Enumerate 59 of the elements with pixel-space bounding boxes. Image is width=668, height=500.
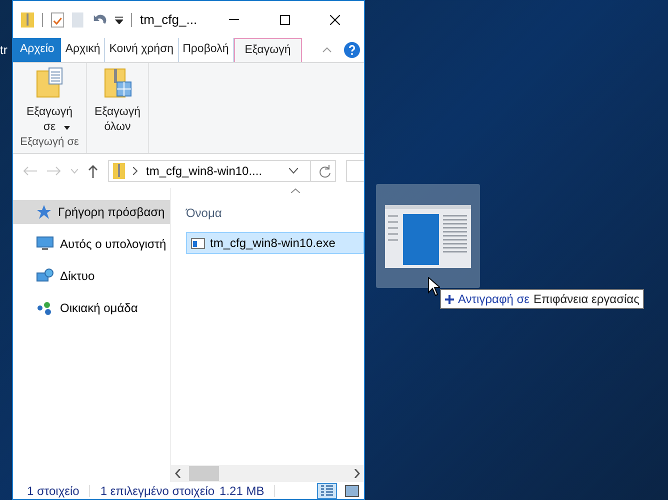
star-icon: [36, 204, 52, 220]
nav-item-label: Αυτός ο υπολογιστή: [60, 236, 166, 253]
window-title: tm_cfg_...: [140, 10, 198, 29]
scroll-right-icon[interactable]: [354, 469, 360, 478]
status-selection: 1 επιλεγμένο στοιχείο: [100, 482, 215, 500]
nav-item[interactable]: Γρήγορη πρόσβαση: [13, 200, 170, 224]
file-name: tm_cfg_win8-win10.exe: [210, 235, 336, 252]
nav-item-label: Γρήγορη πρόσβαση: [58, 204, 165, 221]
mouse-pointer-icon: [428, 277, 440, 296]
tooltip-action: Αντιγραφή σε: [458, 291, 530, 308]
plus-icon: [445, 294, 454, 304]
nav-item-label: Δίκτυο: [60, 268, 95, 285]
minimize-icon: [229, 19, 240, 20]
address-path: tm_cfg_win8-win10....: [146, 163, 262, 180]
nav-item-label: Οικιακή ομάδα: [60, 300, 138, 317]
monitor-icon: [36, 236, 54, 252]
chevron-right-icon: [133, 167, 138, 175]
address-bar[interactable]: tm_cfg_win8-win10....: [108, 160, 336, 182]
scrollbar-thumb[interactable]: [189, 466, 219, 481]
nav-item[interactable]: Οικιακή ομάδα: [13, 296, 170, 320]
help-icon[interactable]: [344, 42, 360, 58]
thumbnail-view-icon: [345, 484, 359, 496]
caret-icon: [114, 16, 124, 24]
nav-item[interactable]: Αυτός ο υπολογιστή: [13, 232, 170, 256]
status-size: 1.21 MB: [220, 482, 264, 500]
maximize-icon: [280, 14, 290, 24]
ribbon-group-label: Εξαγωγή σε: [19, 134, 80, 150]
file-row[interactable]: tm_cfg_win8-win10.exe: [186, 232, 364, 254]
refresh-icon[interactable]: [319, 164, 331, 178]
tiles-view-button[interactable]: [342, 482, 362, 498]
folder-documents-icon: [34, 67, 64, 99]
ribbon-button[interactable]: Εξαγωγή σε: [20, 67, 80, 134]
zip-folder-grid-icon: [102, 67, 132, 99]
ribbon-tab[interactable]: Εξαγωγή: [234, 38, 302, 62]
homegroup-icon: [36, 300, 54, 316]
nav-item[interactable]: Δίκτυο: [13, 264, 170, 288]
desktop-icon-label: tr: [0, 42, 8, 59]
tooltip-target: Επιφάνεια εργασίας: [534, 291, 640, 308]
application-icon: [191, 238, 205, 248]
ribbon-button[interactable]: Εξαγωγή όλων: [91, 67, 144, 153]
new-folder-icon: [72, 12, 84, 28]
chevron-down-icon[interactable]: [289, 168, 298, 174]
up-arrow-icon[interactable]: [88, 164, 98, 178]
zip-folder-icon: [21, 12, 34, 28]
details-view-button[interactable]: [317, 482, 337, 498]
ribbon-button-label: Εξαγωγή όλων: [93, 105, 142, 135]
collapse-ribbon-icon[interactable]: [322, 47, 332, 53]
zip-folder-icon: [113, 163, 125, 179]
horizontal-scrollbar[interactable]: [171, 465, 364, 482]
details-view-icon: [320, 484, 334, 496]
network-icon: [36, 268, 54, 284]
ribbon-tab[interactable]: Αρχείο: [13, 38, 62, 62]
scroll-left-icon[interactable]: [175, 469, 181, 478]
status-item-count: 1 στοιχείο: [27, 482, 80, 500]
properties-icon: [51, 12, 64, 28]
column-header[interactable]: Όνομα: [186, 204, 222, 222]
close-icon: [330, 14, 340, 24]
ribbon-button-label: Εξαγωγή σε: [25, 105, 74, 135]
search-field[interactable]: [346, 160, 364, 182]
